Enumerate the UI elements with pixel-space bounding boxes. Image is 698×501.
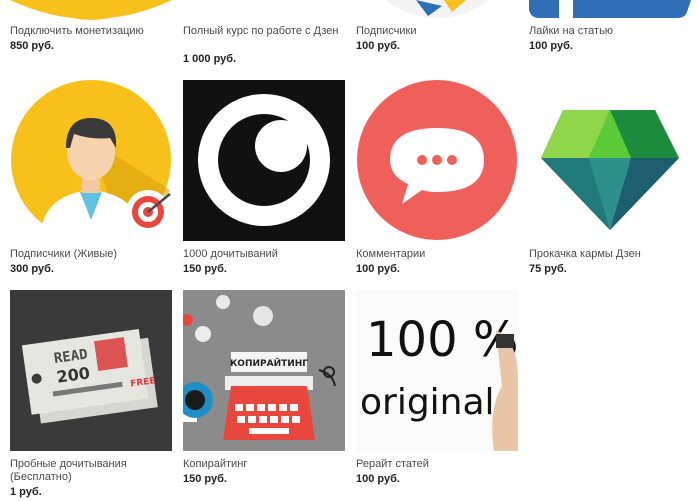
product-image-rewrite[interactable]: 100 % original [356,290,518,451]
product-image-course[interactable] [183,0,345,20]
product-image-copywriting[interactable]: КОПИРАЙТИНГ [183,290,345,451]
product-price: 850 руб. [10,40,54,52]
product-title[interactable]: Полный курс по работе с Дзен [183,25,343,38]
original-word-text: original [360,382,495,423]
product-price: 150 руб. [183,263,227,275]
product-title[interactable]: Копирайтинг [183,458,343,471]
copywriting-sign-text: КОПИРАЙТИНГ [230,357,308,369]
product-image-likes[interactable] [529,0,691,20]
product-title[interactable]: 1000 дочитываний [183,248,343,261]
product-image-monetization[interactable] [10,0,172,20]
original-100-text: 100 % [366,312,518,368]
product-title[interactable]: Рерайт статей [356,458,516,471]
product-price: 100 руб. [529,40,573,52]
product-image-subscribers[interactable] [356,0,518,20]
product-image-comments[interactable] [356,80,518,241]
product-title[interactable]: Лайки на статью [529,25,689,38]
product-image-reads[interactable] [183,80,345,241]
product-title[interactable]: Прокачка кармы Дзен [529,248,689,261]
product-price: 100 руб. [356,473,400,485]
product-title[interactable]: Подключить монетизацию [10,25,170,38]
product-price: 1 руб. [10,486,42,498]
product-image-live-subscribers[interactable] [10,80,172,241]
product-price: 150 руб. [183,473,227,485]
product-title[interactable]: Подписчики (Живые) [10,248,170,261]
product-price: 100 руб. [356,40,400,52]
product-price: 100 руб. [356,263,400,275]
product-title[interactable]: Пробные дочитывания (Бесплатно) [10,458,170,484]
product-title[interactable]: Комментарии [356,248,516,261]
product-price: 300 руб. [10,263,54,275]
product-price: 75 руб. [529,263,567,275]
product-image-karma[interactable] [529,80,691,241]
product-image-trial-reads[interactable]: READ 200 FREE [10,290,172,451]
product-title[interactable]: Подписчики [356,25,516,38]
product-price: 1 000 руб. [183,53,237,65]
